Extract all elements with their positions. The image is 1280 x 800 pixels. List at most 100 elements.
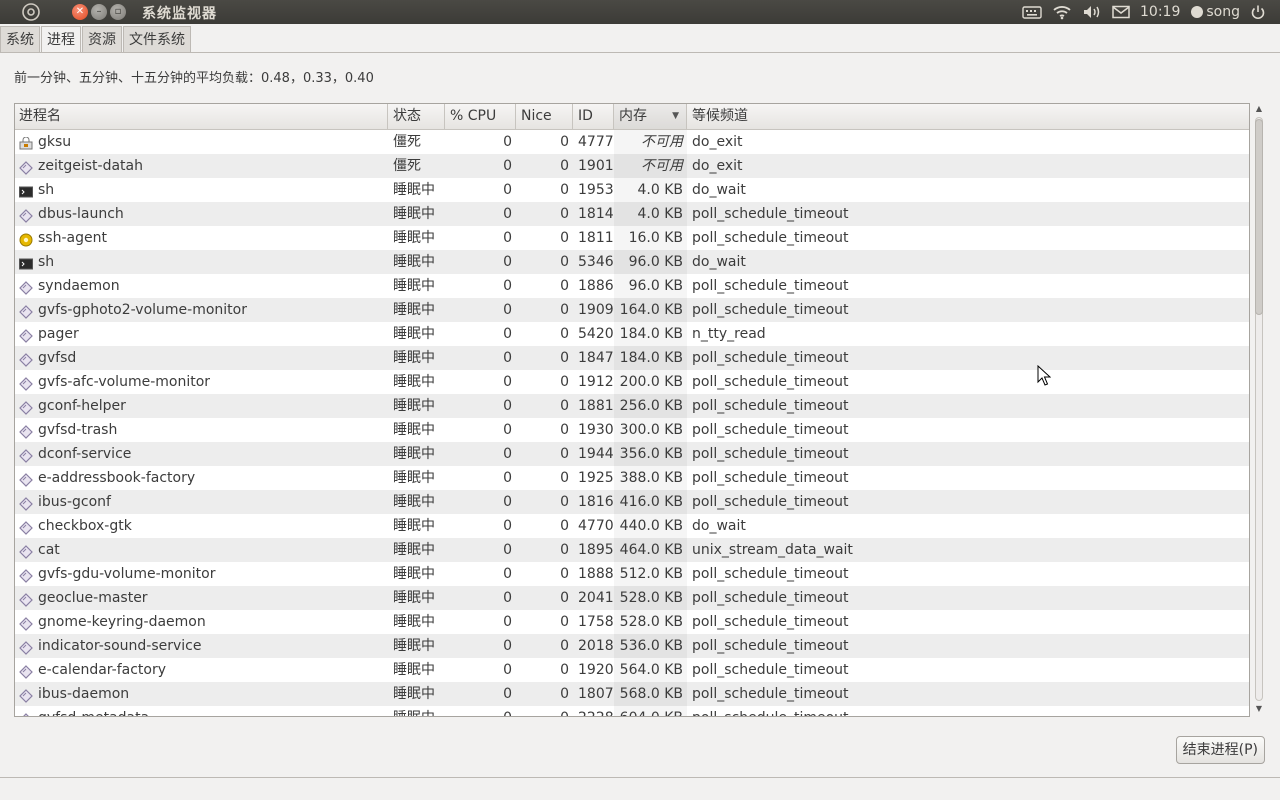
column-header-cpu[interactable]: % CPU [445,104,516,129]
process-name-cell: cat [15,538,388,562]
nice-cell: 0 [560,662,569,678]
tab-file-systems[interactable]: 文件系统 [123,26,191,52]
cpu-cell: 0 [503,686,512,702]
tab-bar: 系统 进程 资源 文件系统 [0,26,192,53]
process-name-cell: gconf-helper [15,394,388,418]
column-header-waiting-channel[interactable]: 等候频道 [687,104,1249,129]
process-name: ibus-gconf [38,494,111,510]
column-header-nice[interactable]: Nice [516,104,573,129]
memory-cell: 不可用 [614,154,687,178]
clock[interactable]: 10:19 [1140,4,1180,20]
process-name: indicator-sound-service [38,638,202,654]
nice-cell: 0 [560,374,569,390]
volume-icon[interactable] [1082,4,1102,20]
process-icon [19,711,33,716]
cpu-cell: 0 [503,446,512,462]
table-row[interactable]: checkbox-gtk 睡眠中 0 0 4770 440.0 KB do_wait [15,514,1249,538]
table-row[interactable]: e-addressbook-factory 睡眠中 0 0 1925 388.0 KB po… [15,466,1249,490]
table-row[interactable]: dconf-service 睡眠中 0 0 1944 356.0 KB poll_sched… [15,442,1249,466]
column-header-name[interactable]: 进程名 [15,104,388,129]
waiting-channel-cell: unix_stream_data_wait [692,542,853,558]
process-icon [19,495,33,511]
close-button[interactable]: ✕ [72,4,88,20]
table-row[interactable]: indicator-sound-service 睡眠中 0 0 2018 536.0 KB… [15,634,1249,658]
table-row[interactable]: sh 睡眠中 0 0 5346 96.0 KB do_wait [15,250,1249,274]
table-row[interactable]: ibus-gconf 睡眠中 0 0 1816 416.0 KB poll_schedule… [15,490,1249,514]
tab-system[interactable]: 系统 [0,26,40,52]
status-cell: 睡眠中 [393,446,435,462]
table-row[interactable]: sh 睡眠中 0 0 1953 4.0 KB do_wait [15,178,1249,202]
table-row[interactable]: geoclue-master 睡眠中 0 0 2041 528.0 KB poll_sche… [15,586,1249,610]
mail-icon[interactable] [1112,5,1130,19]
table-row[interactable]: gksu 僵死 0 0 4777 不可用 do_exit [15,130,1249,154]
table-row[interactable]: syndaemon 睡眠中 0 0 1886 96.0 KB poll_schedule_t… [15,274,1249,298]
table-row[interactable]: gvfs-gphoto2-volume-monitor 睡眠中 0 0 1909 164.… [15,298,1249,322]
column-header-memory[interactable]: 内存 ▼ [614,104,687,129]
table-row[interactable]: gvfsd-trash 睡眠中 0 0 1930 300.0 KB poll_schedul… [15,418,1249,442]
waiting-channel-cell: poll_schedule_timeout [692,278,849,294]
process-name: pager [38,326,79,342]
cpu-cell: 0 [503,470,512,486]
table-row[interactable]: gnome-keyring-daemon 睡眠中 0 0 1758 528.0 KB pol… [15,610,1249,634]
process-name: e-addressbook-factory [38,470,196,486]
process-name: e-calendar-factory [38,662,166,678]
pid-cell: 1816 [578,494,614,510]
tab-resources[interactable]: 资源 [82,26,122,52]
table-row[interactable]: pager 睡眠中 0 0 5420 184.0 KB n_tty_read [15,322,1249,346]
nice-cell: 0 [560,614,569,630]
maximize-button[interactable]: ▫ [110,4,126,20]
table-row[interactable]: e-calendar-factory 睡眠中 0 0 1920 564.0 KB poll_… [15,658,1249,682]
table-row[interactable]: ibus-daemon 睡眠中 0 0 1807 568.0 KB poll_schedul… [15,682,1249,706]
nice-cell: 0 [560,638,569,654]
dash-home-icon[interactable] [20,2,42,22]
keyboard-icon[interactable] [1022,5,1042,19]
status-cell: 睡眠中 [393,638,435,654]
pid-cell: 1811 [578,230,614,246]
process-icon [19,543,33,559]
memory-cell: 不可用 [614,130,687,154]
table-row[interactable]: gvfs-afc-volume-monitor 睡眠中 0 0 1912 200.0 KB… [15,370,1249,394]
cpu-cell: 0 [503,374,512,390]
table-row[interactable]: gvfsd 睡眠中 0 0 1847 184.0 KB poll_schedule_time… [15,346,1249,370]
status-cell: 睡眠中 [393,686,435,702]
minimize-button[interactable]: – [91,4,107,20]
memory-cell: 184.0 KB [614,346,687,370]
user-name[interactable]: song [1206,4,1240,20]
cpu-cell: 0 [503,278,512,294]
process-icon [19,375,33,391]
memory-cell: 604.0 KB [614,706,687,716]
nice-cell: 0 [560,182,569,198]
load-average: 前一分钟、五分钟、十五分钟的平均负载：0.48，0.33，0.40 [14,71,374,86]
column-header-status[interactable]: 状态 [388,104,445,129]
pid-cell: 1912 [578,374,614,390]
status-cell: 睡眠中 [393,422,435,438]
table-row[interactable]: zeitgeist-datah 僵死 0 0 1901 不可用 do_exit [15,154,1249,178]
column-header-id[interactable]: ID [573,104,614,129]
table-row[interactable]: gconf-helper 睡眠中 0 0 1881 256.0 KB poll_schedu… [15,394,1249,418]
table-row[interactable]: gvfs-gdu-volume-monitor 睡眠中 0 0 1888 512.0 KB… [15,562,1249,586]
window-title: 系统监视器 [142,6,217,22]
table-row[interactable]: gvfsd-metadata睡眠中002228604.0 KBpoll_sche… [15,706,1249,716]
cpu-cell: 0 [503,182,512,198]
power-icon[interactable] [1250,4,1266,20]
status-cell: 睡眠中 [393,470,435,486]
table-row[interactable]: ssh-agent 睡眠中 0 0 1811 16.0 KB poll_schedule_t… [15,226,1249,250]
tab-processes[interactable]: 进程 [41,26,81,53]
nice-cell: 0 [560,590,569,606]
memory-cell: 528.0 KB [614,586,687,610]
scroll-down-arrow-icon[interactable]: ▼ [1252,703,1266,715]
table-row[interactable]: dbus-launch 睡眠中 0 0 1814 4.0 KB poll_schedule_… [15,202,1249,226]
vertical-scrollbar[interactable]: ▲ ▼ [1252,103,1266,715]
user-status-icon[interactable] [1190,5,1204,19]
scroll-up-arrow-icon[interactable]: ▲ [1252,103,1266,115]
wifi-icon[interactable] [1052,4,1072,20]
indicator-area: 10:19 song [1022,0,1266,24]
waiting-channel-cell: poll_schedule_timeout [687,706,1249,716]
table-body: gksu 僵死 0 0 4777 不可用 do_exit zeitgeist-datah 僵死 0… [15,130,1249,716]
process-name-cell: geoclue-master [15,586,388,610]
scroll-thumb[interactable] [1255,119,1263,315]
memory-cell: 16.0 KB [614,226,687,250]
status-cell: 睡眠中 [393,518,435,534]
end-process-button[interactable]: 结束进程(P) [1175,736,1265,764]
table-row[interactable]: cat 睡眠中 0 0 1895 464.0 KB unix_stream_data_wai… [15,538,1249,562]
